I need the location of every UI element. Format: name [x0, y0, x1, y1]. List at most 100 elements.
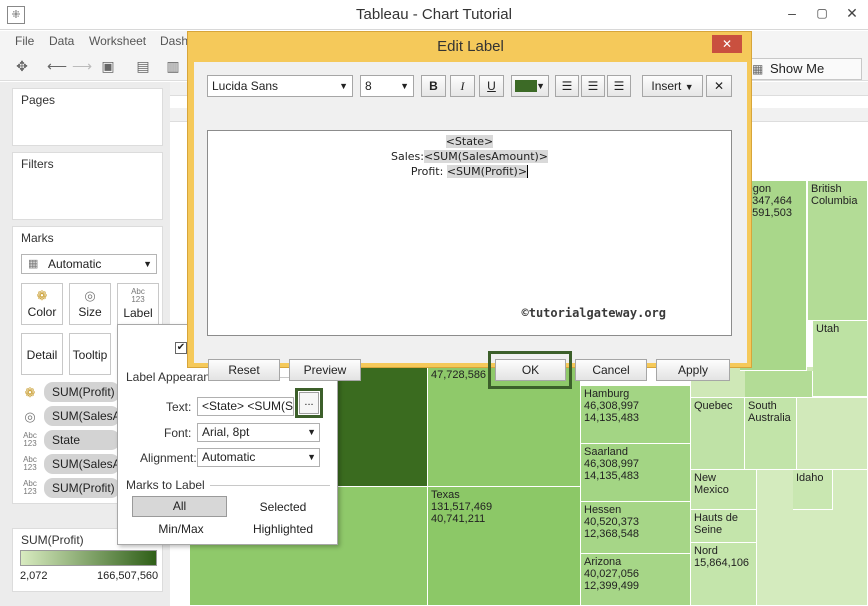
profit-color-legend[interactable] [20, 550, 157, 566]
align-right-button[interactable]: ☰ [607, 75, 631, 97]
pill-sum-sales-label[interactable]: SUM(SalesAmount) [44, 454, 120, 474]
dialog-close-button[interactable]: ✕ [712, 35, 742, 53]
restore-button[interactable]: ▢ [808, 2, 836, 24]
pill-sum-profit-label[interactable]: SUM(Profit) [44, 478, 120, 498]
treemap-tile-bg[interactable] [797, 398, 868, 470]
treemap-tile[interactable]: Idaho [793, 470, 833, 510]
tile-label: Australia [748, 412, 791, 424]
treemap-tile[interactable]: Hamburg 46,308,997 14,135,483 [581, 386, 691, 444]
menu-worksheet[interactable]: Worksheet [89, 34, 146, 48]
label-button[interactable]: Abc 123 Label [117, 283, 159, 325]
pill-sum-sales-size[interactable]: SUM(SalesAmount) [44, 406, 120, 426]
color-shelf-icon: ❁ [24, 385, 36, 400]
treemap-tile[interactable]: Nord 15,864,106 [691, 543, 757, 606]
treemap-tile[interactable]: Saarland 46,308,997 14,135,483 [581, 444, 691, 502]
mark-type-dropdown[interactable]: ▦ Automatic ▼ [21, 254, 157, 274]
font-family-dropdown[interactable]: Lucida Sans ▼ [207, 75, 353, 97]
undo-icon[interactable]: ⟵ [47, 57, 67, 75]
marks-to-label-highlighted[interactable]: Highlighted [243, 522, 323, 536]
treemap-tile[interactable]: Arizona 40,027,056 12,399,499 [581, 554, 691, 606]
marks-to-label-selected[interactable]: Selected [253, 500, 313, 514]
marks-to-label-all[interactable]: All [132, 496, 227, 517]
chevron-down-icon: ▼ [684, 82, 694, 92]
tile-label: Columbia [811, 195, 858, 207]
redo-icon[interactable]: ⟶ [72, 57, 92, 75]
new-datasource-icon[interactable]: ▤ [134, 57, 152, 75]
dialog-title: Edit Label [437, 38, 504, 55]
label-text-field[interactable]: <State> <SUM(Sal [197, 397, 294, 416]
legend-min: 2,072 [20, 570, 48, 582]
treemap-tile-bg[interactable] [745, 371, 813, 398]
new-worksheet-icon[interactable]: ▥ [164, 57, 182, 75]
chevron-down-icon: ▼ [536, 81, 545, 91]
tile-label: 14,135,483 [584, 470, 640, 482]
bold-button[interactable]: B [421, 75, 446, 97]
preview-button[interactable]: Preview [289, 359, 361, 381]
detail-button[interactable]: Detail [21, 333, 63, 375]
move-icon[interactable]: ✥ [13, 57, 31, 75]
show-labels-checkbox[interactable]: ✔ [175, 342, 187, 354]
title-bar: ⁜ Tableau - Chart Tutorial – ▢ ✕ [0, 0, 868, 30]
menu-file[interactable]: File [15, 34, 34, 48]
filters-title: Filters [21, 157, 54, 171]
marks-to-label-minmax[interactable]: Min/Max [151, 522, 211, 536]
menu-dashboard[interactable]: Dash [160, 34, 188, 48]
treemap-tile[interactable]: Hauts de Seine [691, 510, 757, 543]
treemap-tile[interactable]: Quebec [691, 398, 745, 470]
pill-state-label[interactable]: State [44, 430, 120, 450]
tile-label: 12,368,548 [584, 528, 640, 540]
align-left-button[interactable]: ☰ [555, 75, 579, 97]
treemap-tile[interactable]: Utah [813, 321, 868, 397]
minimize-button[interactable]: – [778, 2, 806, 24]
chevron-down-icon: ▼ [339, 81, 348, 91]
cancel-button[interactable]: Cancel [575, 359, 647, 381]
treemap-tile-bg[interactable] [337, 367, 428, 487]
align-center-button[interactable]: ☰ [581, 75, 605, 97]
size-button[interactable]: ◎ Size [69, 283, 111, 325]
treemap-tile[interactable]: British Columbia [808, 181, 868, 321]
divider [210, 485, 330, 486]
tile-label: Hessen [584, 504, 622, 516]
underline-button[interactable]: U [479, 75, 504, 97]
close-window-button[interactable]: ✕ [838, 2, 866, 24]
field-token-state: <State> [445, 135, 494, 148]
color-button[interactable]: ❁ Color [21, 283, 63, 325]
tile-label: Arizona [584, 556, 622, 568]
font-size-dropdown[interactable]: 8 ▼ [360, 75, 414, 97]
tile-label: 1,591,503 [743, 207, 792, 219]
pages-card[interactable]: Pages [12, 88, 163, 146]
show-me-button[interactable]: ▦ Show Me [747, 58, 862, 80]
tooltip-button[interactable]: Tooltip [69, 333, 111, 375]
tile-label: British [811, 183, 842, 195]
alignment-dropdown[interactable]: Automatic ▼ [197, 448, 320, 467]
chevron-down-icon: ▼ [307, 452, 316, 462]
field-token-sales: <SUM(SalesAmount)> [423, 150, 549, 163]
ok-button[interactable]: OK [495, 359, 566, 381]
treemap-tile[interactable]: Texas 131,517,469 40,741,211 [428, 487, 581, 606]
menu-data[interactable]: Data [49, 34, 74, 48]
treemap-tile[interactable]: New Mexico [691, 470, 757, 510]
italic-button[interactable]: I [450, 75, 475, 97]
legend-title: SUM(Profit) [21, 533, 84, 547]
tile-label: Seine [694, 524, 723, 536]
save-icon[interactable]: ▣ [99, 57, 117, 75]
filters-card[interactable]: Filters [12, 152, 163, 220]
chevron-down-icon: ▼ [400, 81, 409, 91]
treemap-tile[interactable]: Hessen 40,520,373 12,368,548 [581, 502, 691, 554]
watermark: ©tutorialgateway.org [521, 306, 667, 320]
pill-sum-profit-color[interactable]: SUM(Profit) [44, 382, 120, 402]
edit-label-ellipsis-button[interactable]: ... [299, 392, 319, 414]
label-text-editor[interactable]: <State> Sales:<SUM(SalesAmount)> Profit:… [207, 130, 732, 336]
clear-text-button[interactable]: ✕ [706, 75, 732, 97]
tile-label: regon [743, 183, 772, 195]
reset-button[interactable]: Reset [208, 359, 280, 381]
apply-button[interactable]: Apply [656, 359, 730, 381]
tile-label: 131,517,469 [431, 501, 493, 513]
font-dropdown[interactable]: Arial, 8pt ▼ [197, 423, 320, 442]
insert-dropdown[interactable]: Insert ▼ [642, 75, 703, 97]
dialog-body: Lucida Sans ▼ 8 ▼ B I U ▼ ☰ ☰ ☰ Insert ▼… [194, 62, 747, 389]
marks-title: Marks [21, 231, 54, 245]
text-color-button[interactable]: ▼ [511, 75, 549, 97]
treemap-tile[interactable]: South Australia [745, 398, 797, 470]
size-icon: ◎ [84, 288, 96, 303]
